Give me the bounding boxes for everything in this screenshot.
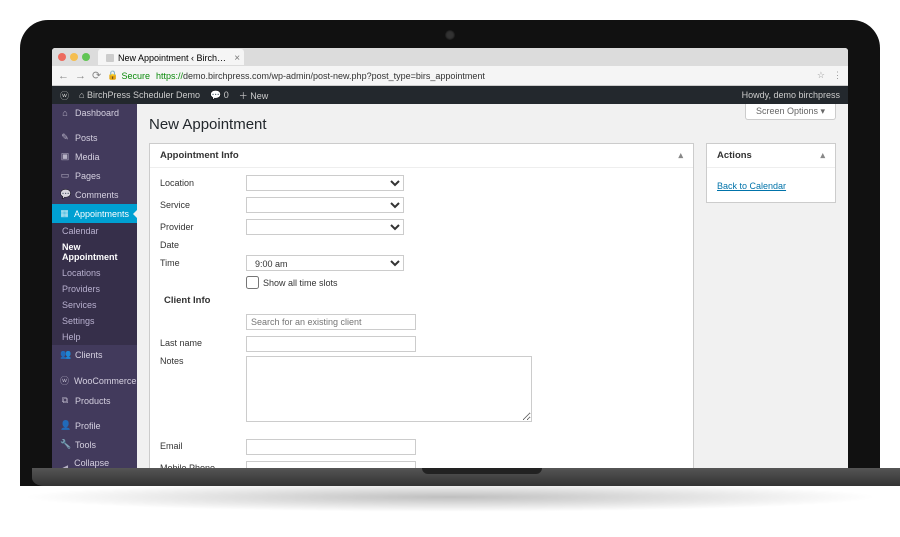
star-icon[interactable]: ☆ <box>817 70 825 81</box>
label-provider: Provider <box>160 222 246 232</box>
minimize-window-icon[interactable] <box>70 53 78 61</box>
adminbar-howdy[interactable]: Howdy, demo birchpress <box>742 90 840 100</box>
sub-services[interactable]: Services <box>52 297 137 313</box>
label-notes: Notes <box>160 356 246 366</box>
content-area: Screen Options ▾ New Appointment Appoint… <box>137 104 848 468</box>
collapse-actions-icon[interactable]: ▴ <box>820 150 825 161</box>
sub-calendar[interactable]: Calendar <box>52 223 137 239</box>
provider-select[interactable] <box>246 219 404 235</box>
actions-box: Actions▴ Back to Calendar <box>706 143 836 203</box>
sidebar-collapse[interactable]: ◀Collapse menu <box>52 454 137 468</box>
sidebar-item-tools[interactable]: 🔧Tools <box>52 435 137 454</box>
sub-new-appointment[interactable]: New Appointment <box>52 239 137 265</box>
sidebar-submenu: Calendar New Appointment Locations Provi… <box>52 223 137 345</box>
lastname-input[interactable] <box>246 336 416 352</box>
sidebar-item-clients[interactable]: 👥Clients <box>52 345 137 364</box>
nav-back-icon[interactable]: ← <box>58 70 69 82</box>
products-icon: ⧉ <box>60 395 70 406</box>
woo-icon: ⓦ <box>60 374 69 387</box>
sidebar-item-woocommerce[interactable]: ⓦWooCommerce <box>52 370 137 391</box>
tools-icon: 🔧 <box>60 439 70 450</box>
close-window-icon[interactable] <box>58 53 66 61</box>
sidebar-item-products[interactable]: ⧉Products <box>52 391 137 410</box>
screen-options-toggle[interactable]: Screen Options ▾ <box>745 104 836 120</box>
adminbar-comments[interactable]: 💬 0 <box>210 90 229 101</box>
dashboard-icon: ⌂ <box>60 108 70 118</box>
page-title: New Appointment <box>149 116 836 133</box>
label-time: Time <box>160 258 246 268</box>
secure-label: Secure <box>121 71 150 81</box>
sidebar-item-profile[interactable]: 👤Profile <box>52 416 137 435</box>
browser-addressbar: ← → ⟳ 🔒 Secure https://demo.birchpress.c… <box>52 66 848 86</box>
show-all-slots-checkbox[interactable] <box>246 276 259 289</box>
browser-tabbar: New Appointment ‹ Birch… × <box>52 48 848 66</box>
laptop-base <box>32 468 900 486</box>
location-select[interactable] <box>246 175 404 191</box>
adminbar-site[interactable]: ⌂ BirchPress Scheduler Demo <box>79 90 200 100</box>
client-info-header: Client Info <box>160 289 683 312</box>
sub-providers[interactable]: Providers <box>52 281 137 297</box>
label-lastname: Last name <box>160 338 246 348</box>
sidebar-item-appointments[interactable]: ▦Appointments <box>52 204 137 223</box>
admin-sidebar: ⌂Dashboard ✎Posts ▣Media ▭Pages 💬Comment… <box>52 104 137 468</box>
wp-adminbar: ⓦ ⌂ BirchPress Scheduler Demo 💬 0 ＋ New … <box>52 86 848 104</box>
notes-textarea[interactable] <box>246 356 532 422</box>
comments-icon: 💬 <box>60 189 70 200</box>
collapse-box-icon[interactable]: ▴ <box>678 150 683 161</box>
sidebar-item-media[interactable]: ▣Media <box>52 147 137 166</box>
sub-settings[interactable]: Settings <box>52 313 137 329</box>
nav-forward-icon[interactable]: → <box>75 70 86 82</box>
tab-title: New Appointment ‹ Birch… <box>118 53 226 63</box>
profile-icon: 👤 <box>60 420 70 431</box>
pages-icon: ▭ <box>60 170 70 181</box>
sidebar-item-dashboard[interactable]: ⌂Dashboard <box>52 104 137 122</box>
mobile-input[interactable] <box>246 461 416 468</box>
window-controls <box>58 53 90 61</box>
time-select[interactable]: 9:00 am <box>246 255 404 271</box>
appointment-info-box: Appointment Info▴ Location Service Provi… <box>149 143 694 468</box>
calendar-icon: ▦ <box>60 208 69 219</box>
menu-icon[interactable]: ⋮ <box>833 70 842 81</box>
adminbar-new[interactable]: ＋ New <box>239 89 269 102</box>
sub-locations[interactable]: Locations <box>52 265 137 281</box>
label-email: Email <box>160 441 246 451</box>
sidebar-item-pages[interactable]: ▭Pages <box>52 166 137 185</box>
tab-close-icon[interactable]: × <box>234 53 240 64</box>
sidebar-item-comments[interactable]: 💬Comments <box>52 185 137 204</box>
label-showall: Show all time slots <box>263 278 338 288</box>
plus-icon: ＋ <box>239 91 248 101</box>
clients-icon: 👥 <box>60 349 70 360</box>
pin-icon: ✎ <box>60 132 70 143</box>
secure-indicator: 🔒 Secure <box>107 70 150 81</box>
lock-icon: 🔒 <box>107 70 118 81</box>
media-icon: ▣ <box>60 151 70 162</box>
box-header[interactable]: Appointment Info▴ <box>150 144 693 168</box>
email-input[interactable] <box>246 439 416 455</box>
laptop-camera <box>445 30 455 40</box>
sidebar-item-posts[interactable]: ✎Posts <box>52 128 137 147</box>
label-service: Service <box>160 200 246 210</box>
actions-header[interactable]: Actions▴ <box>707 144 835 168</box>
browser-tab[interactable]: New Appointment ‹ Birch… × <box>98 49 244 65</box>
maximize-window-icon[interactable] <box>82 53 90 61</box>
tab-favicon <box>106 54 114 62</box>
back-to-calendar-link[interactable]: Back to Calendar <box>717 181 786 191</box>
home-icon: ⌂ <box>79 90 84 100</box>
url-display[interactable]: https://demo.birchpress.com/wp-admin/pos… <box>156 71 811 81</box>
service-select[interactable] <box>246 197 404 213</box>
label-location: Location <box>160 178 246 188</box>
nav-reload-icon[interactable]: ⟳ <box>92 69 101 82</box>
client-search-input[interactable] <box>246 314 416 330</box>
wp-logo-icon[interactable]: ⓦ <box>60 89 69 102</box>
comment-icon: 💬 <box>210 90 221 100</box>
sub-help[interactable]: Help <box>52 329 137 345</box>
label-date: Date <box>160 240 246 250</box>
laptop-shadow <box>20 482 880 512</box>
